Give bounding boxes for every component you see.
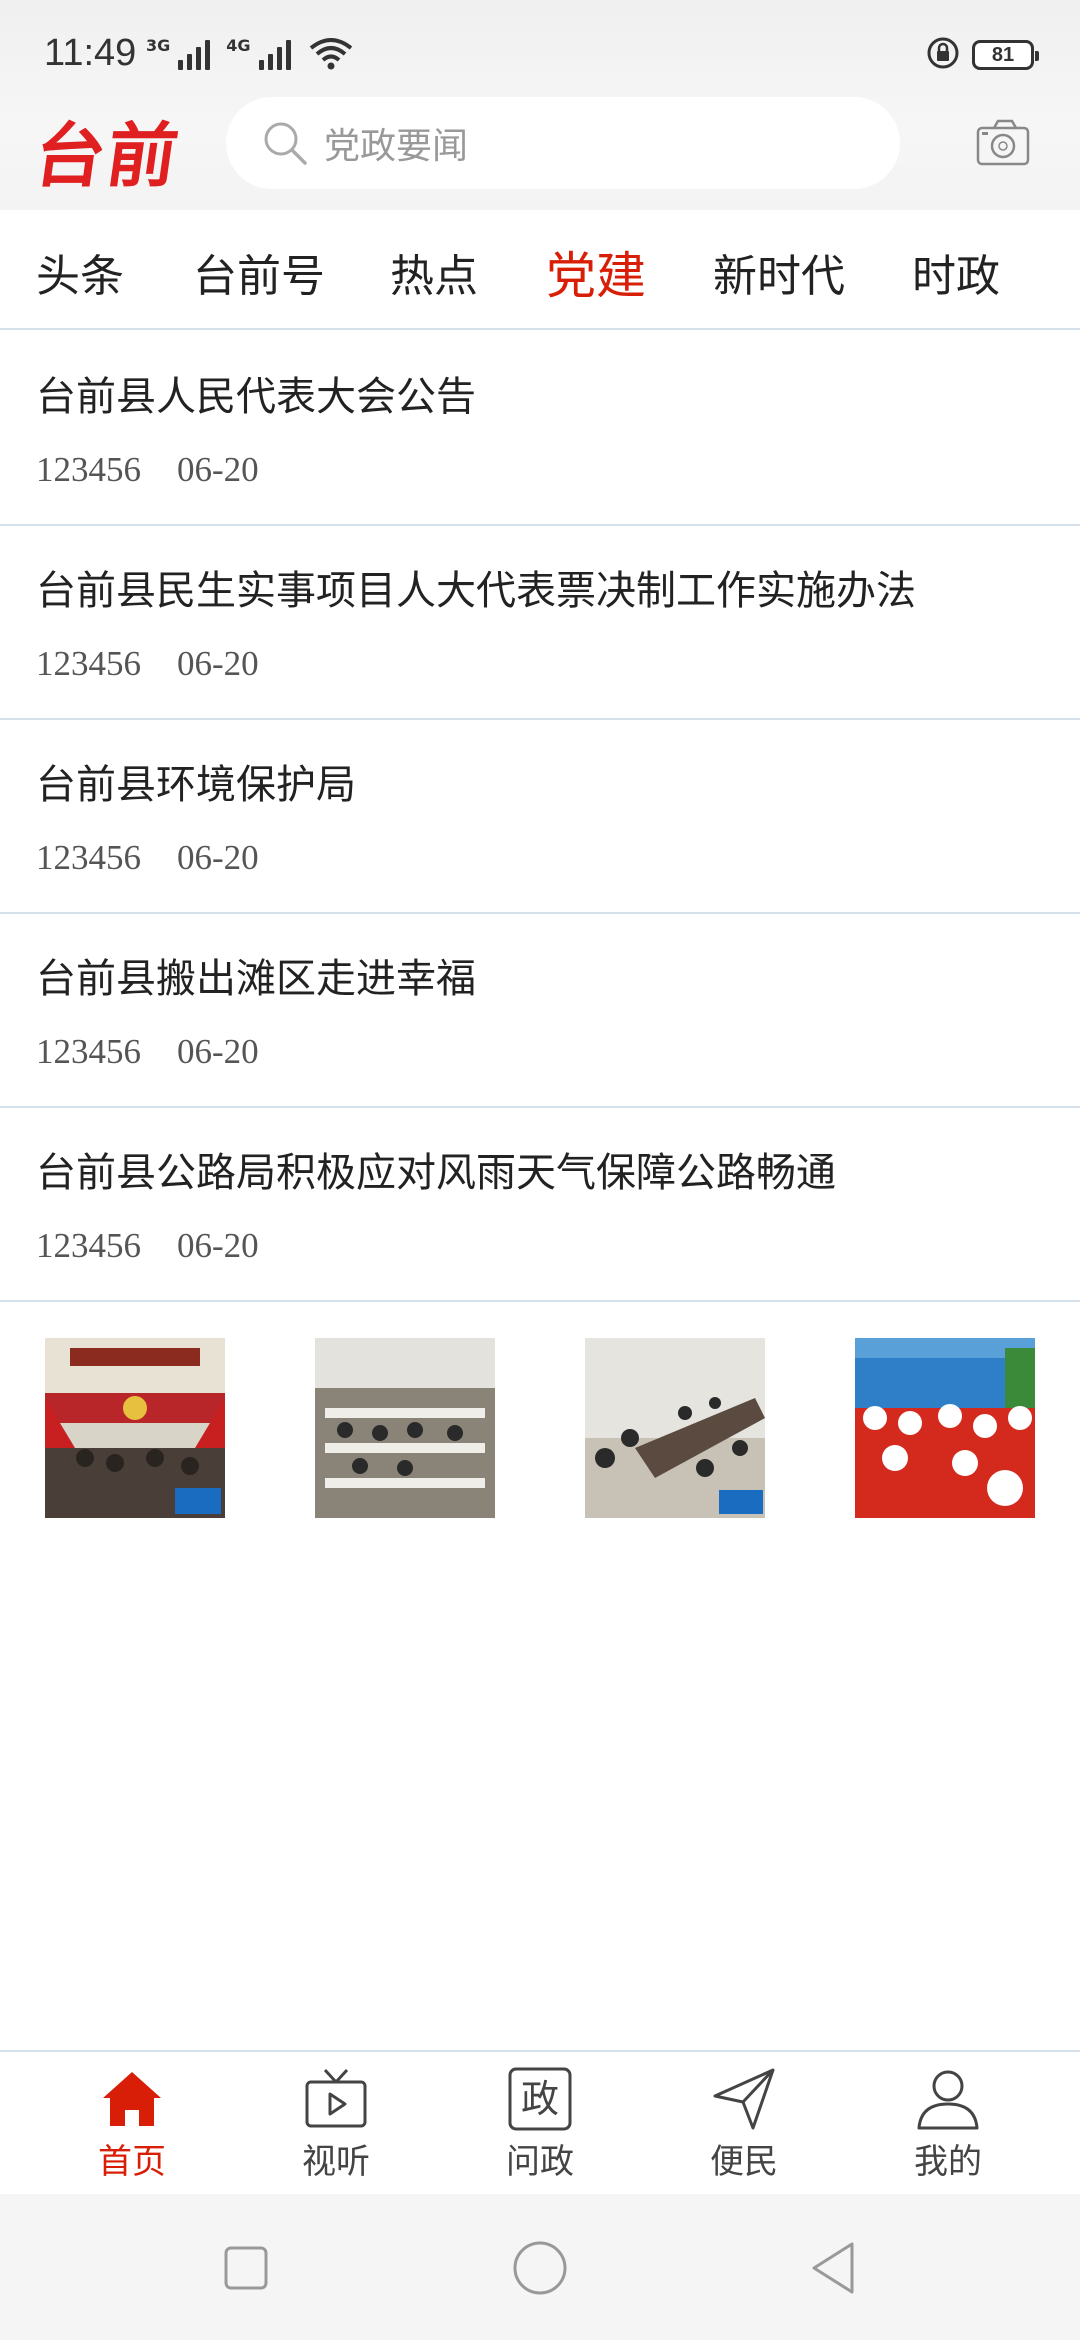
back-icon[interactable] — [804, 2238, 864, 2298]
nav-label: 视听 — [302, 2142, 370, 2182]
nav-inquiry[interactable]: 政 问政 — [480, 2066, 600, 2183]
system-navigation-bar — [0, 2194, 1080, 2340]
search-placeholder: 党政要闻 — [324, 126, 469, 167]
send-icon — [713, 2068, 775, 2130]
thumbnail-image[interactable] — [855, 1338, 1035, 1518]
nav-label: 首页 — [98, 2142, 166, 2182]
meeting-photo — [315, 1338, 495, 1518]
tab-shizheng[interactable]: 时政 — [912, 240, 1000, 304]
status-icons: 3G 4G — [146, 36, 353, 70]
battery-icon: 81 — [972, 40, 1039, 70]
network-type-label: 3G — [146, 36, 171, 55]
news-date: 06-20 — [177, 644, 259, 683]
news-title: 台前县人民代表大会公告 — [36, 374, 476, 420]
news-meta: 123456 06-20 — [36, 1032, 259, 1072]
app-header: 11:49 3G 4G 81 台前 党政要闻 — [0, 0, 1080, 210]
zheng-icon: 政 — [508, 2067, 572, 2131]
tv-icon — [305, 2068, 367, 2128]
thumbnail-image[interactable] — [315, 1338, 495, 1518]
status-time: 11:49 — [44, 32, 137, 74]
app-logo: 台前 — [29, 114, 186, 197]
news-item[interactable]: 台前县搬出滩区走进幸福 123456 06-20 — [0, 914, 1080, 1108]
tab-taiqianhao[interactable]: 台前号 — [193, 240, 325, 304]
nav-services[interactable]: 便民 — [684, 2066, 804, 2183]
news-title: 台前县公路局积极应对风雨天气保障公路畅通 — [36, 1150, 836, 1196]
tab-toutiao[interactable]: 头条 — [36, 240, 124, 304]
news-date: 06-20 — [177, 1032, 259, 1071]
news-source: 123456 — [36, 1226, 141, 1265]
status-bar: 11:49 3G 4G 81 — [0, 0, 1080, 100]
news-meta: 123456 06-20 — [36, 838, 259, 878]
news-date: 06-20 — [177, 450, 259, 489]
search-input[interactable]: 党政要闻 — [226, 97, 900, 189]
workers-photo — [855, 1338, 1035, 1518]
news-title: 台前县环境保护局 — [36, 762, 356, 808]
network-type-label: 4G — [226, 36, 251, 55]
nav-audio-video[interactable]: 视听 — [276, 2066, 396, 2183]
signal-icon — [178, 40, 211, 70]
signal-icon — [258, 40, 291, 70]
svg-text:政: 政 — [521, 2077, 559, 2121]
nav-label: 我的 — [914, 2142, 982, 2182]
thumbnail-image[interactable] — [45, 1338, 225, 1518]
meeting-photo — [585, 1338, 765, 1518]
thumbnail-image[interactable] — [585, 1338, 765, 1518]
news-source: 123456 — [36, 644, 141, 683]
news-item[interactable]: 台前县民生实事项目人大代表票决制工作实施办法 123456 06-20 — [0, 526, 1080, 720]
wifi-icon — [309, 38, 352, 70]
nav-label: 便民 — [710, 2142, 778, 2182]
news-source: 123456 — [36, 838, 141, 877]
news-item[interactable]: 台前县环境保护局 123456 06-20 — [0, 720, 1080, 914]
recent-apps-icon[interactable] — [216, 2238, 276, 2298]
home-icon — [103, 2072, 161, 2126]
news-item[interactable]: 台前县公路局积极应对风雨天气保障公路畅通 123456 06-20 — [0, 1108, 1080, 1302]
home-button-icon[interactable] — [510, 2238, 570, 2298]
rotation-lock-icon — [927, 37, 959, 69]
news-source: 123456 — [36, 1032, 141, 1071]
news-meta: 123456 06-20 — [36, 644, 259, 684]
category-tabs: 头条 台前号 热点 党建 新时代 时政 — [0, 210, 1080, 330]
news-date: 06-20 — [177, 1226, 259, 1265]
news-title: 台前县民生实事项目人大代表票决制工作实施办法 — [36, 568, 916, 614]
nav-home[interactable]: 首页 — [72, 2066, 192, 2183]
nav-label: 问政 — [506, 2142, 574, 2182]
search-icon — [264, 122, 307, 165]
news-meta: 123456 06-20 — [36, 450, 259, 490]
tab-xinshidai[interactable]: 新时代 — [713, 240, 845, 304]
news-source: 123456 — [36, 450, 141, 489]
news-date: 06-20 — [177, 838, 259, 877]
news-item[interactable]: 台前县人民代表大会公告 123456 06-20 — [0, 332, 1080, 526]
news-title: 台前县搬出滩区走进幸福 — [36, 956, 476, 1002]
nav-profile[interactable]: 我的 — [888, 2066, 1008, 2183]
tab-redian[interactable]: 热点 — [390, 240, 478, 304]
camera-icon[interactable] — [976, 118, 1030, 166]
user-icon — [917, 2070, 979, 2130]
meeting-photo — [45, 1338, 225, 1518]
tab-dangjian[interactable]: 党建 — [546, 236, 646, 308]
bottom-navigation: 首页 视听 政 问政 便民 我的 — [0, 2050, 1080, 2194]
news-meta: 123456 06-20 — [36, 1226, 259, 1266]
